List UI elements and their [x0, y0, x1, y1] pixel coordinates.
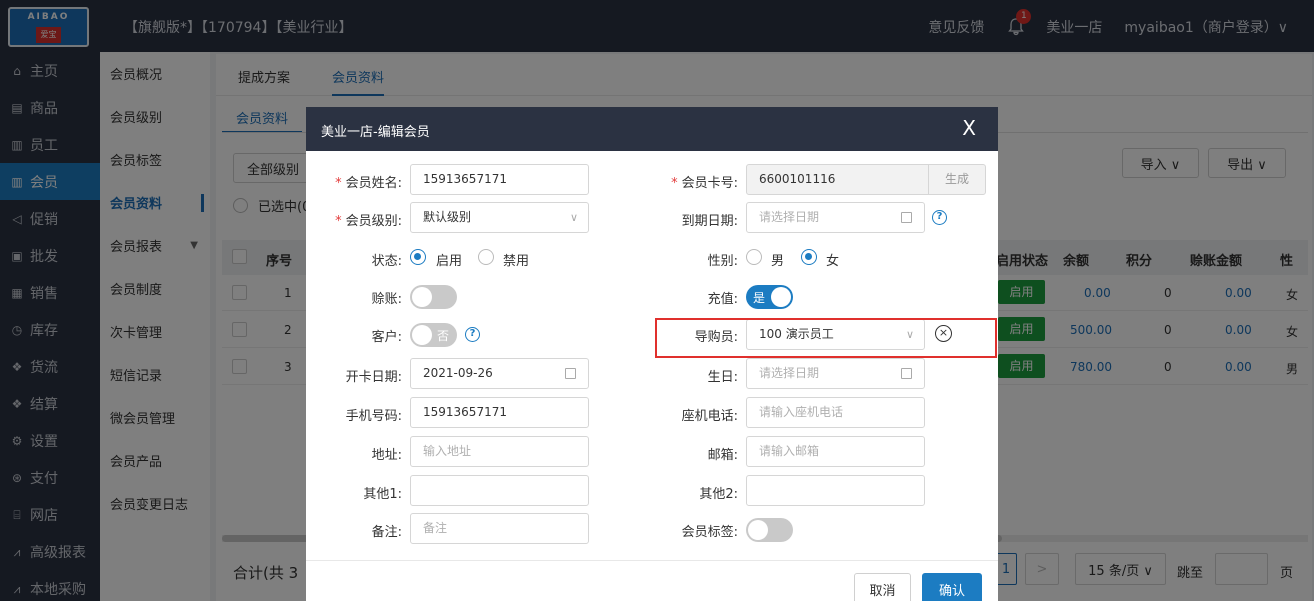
dialog-title: 美业一店-编辑会员 [321, 125, 430, 140]
open-date-value: 2021-09-26 [423, 366, 493, 380]
card-label: * 会员卡号: [648, 172, 738, 191]
gender-female-radio[interactable] [801, 249, 817, 265]
required-mark: * [671, 176, 678, 191]
gender-female-label[interactable]: 女 [826, 250, 839, 269]
dialog-footer-divider [306, 560, 998, 561]
credit-label: 赊账: [371, 292, 402, 307]
email-label: 邮箱: [707, 448, 738, 463]
tags-label: 会员标签: [681, 525, 738, 540]
open-date-input[interactable]: 2021-09-26 [410, 358, 589, 389]
phone-label: 手机号码: [345, 409, 402, 424]
member-tags-toggle[interactable] [746, 518, 793, 542]
other2-label: 其他2: [699, 487, 738, 502]
expire-date-input[interactable]: 请选择日期 [746, 202, 925, 233]
toggle-knob [412, 325, 432, 345]
email-input[interactable]: 请输入邮箱 [746, 436, 925, 467]
name-label-text: 会员姓名: [345, 176, 402, 191]
member-level-select[interactable]: 默认级别 ∨ [410, 202, 589, 233]
status-disabled-label[interactable]: 禁用 [503, 250, 529, 269]
customer-label: 客户: [371, 330, 402, 345]
expire-placeholder: 请选择日期 [759, 210, 820, 224]
status-label: 状态: [371, 254, 402, 269]
card-number-input[interactable]: 6600101116 [746, 164, 929, 195]
status-disabled-radio[interactable] [478, 249, 494, 265]
help-icon[interactable]: ? [465, 327, 480, 342]
remark-input[interactable]: 备注 [410, 513, 589, 544]
birthday-input[interactable]: 请选择日期 [746, 358, 925, 389]
address-label: 地址: [371, 448, 402, 463]
close-icon[interactable]: X [962, 116, 976, 140]
confirm-button[interactable]: 确认 [922, 573, 982, 601]
help-icon[interactable]: ? [932, 210, 947, 225]
toggle-knob [771, 287, 791, 307]
status-enabled-label[interactable]: 启用 [436, 250, 462, 269]
remark-label: 备注: [371, 525, 402, 540]
open-date-label: 开卡日期: [345, 370, 402, 385]
other2-input[interactable] [746, 475, 925, 506]
birthday-placeholder: 请选择日期 [759, 366, 820, 380]
toggle-text: 是 [753, 291, 766, 305]
customer-toggle[interactable]: 否 [410, 323, 457, 347]
name-label: * 会员姓名: [312, 172, 402, 191]
chevron-down-icon: ∨ [569, 211, 578, 224]
required-mark: * [335, 214, 342, 229]
calendar-icon [565, 368, 576, 379]
recharge-label: 充值: [707, 292, 738, 307]
guide-highlight-box [655, 318, 997, 358]
level-label: * 会员级别: [312, 210, 402, 229]
gender-label: 性别: [707, 254, 738, 269]
gender-male-radio[interactable] [746, 249, 762, 265]
other1-label: 其他1: [363, 487, 402, 502]
calendar-icon [901, 368, 912, 379]
generate-card-button[interactable]: 生成 [928, 164, 986, 195]
landline-input[interactable]: 请输入座机电话 [746, 397, 925, 428]
card-label-text: 会员卡号: [681, 176, 738, 191]
status-enabled-radio[interactable] [410, 249, 426, 265]
credit-toggle[interactable] [410, 285, 457, 309]
phone-input[interactable]: 15913657171 [410, 397, 589, 428]
toggle-knob [748, 520, 768, 540]
toggle-text: 否 [436, 329, 449, 343]
recharge-toggle[interactable]: 是 [746, 285, 793, 309]
calendar-icon [901, 212, 912, 223]
address-input[interactable]: 输入地址 [410, 436, 589, 467]
other1-input[interactable] [410, 475, 589, 506]
landline-label: 座机电话: [681, 409, 738, 424]
level-value: 默认级别 [423, 210, 472, 224]
toggle-knob [412, 287, 432, 307]
cancel-button[interactable]: 取消 [854, 573, 911, 601]
birthday-label: 生日: [707, 370, 738, 385]
required-mark: * [335, 176, 342, 191]
level-label-text: 会员级别: [345, 214, 402, 229]
dialog-header: 美业一店-编辑会员 X [306, 107, 998, 151]
expire-label: 到期日期: [681, 214, 738, 229]
member-name-input[interactable]: 15913657171 [410, 164, 589, 195]
gender-male-label[interactable]: 男 [771, 250, 784, 269]
